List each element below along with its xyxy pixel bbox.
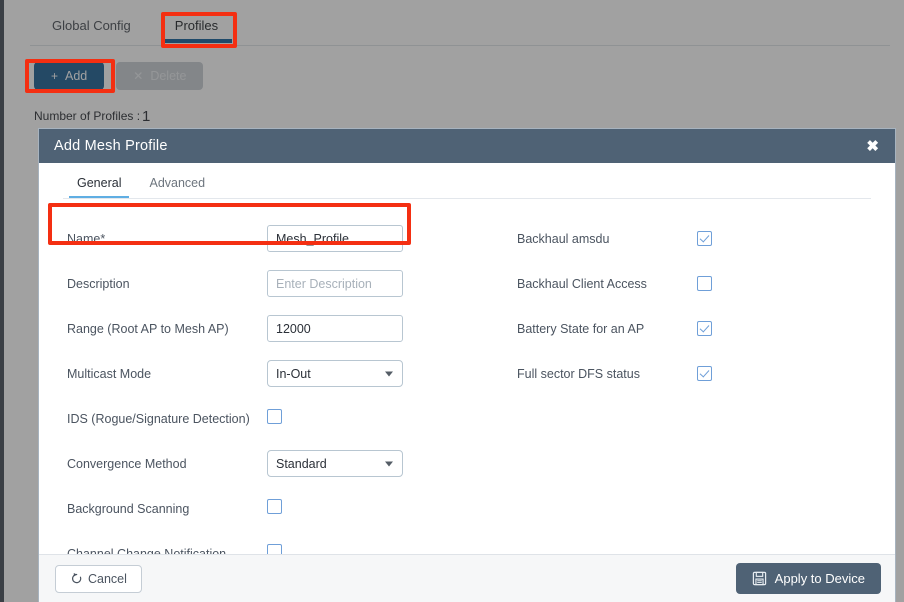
dialog-body: Name* Description Range (Root AP to Mesh… (39, 199, 895, 554)
range-input[interactable] (267, 315, 403, 342)
channel-change-notification-checkbox[interactable] (267, 543, 282, 554)
label-backhaul-amsdu: Backhaul amsdu (517, 231, 610, 246)
description-input[interactable] (267, 270, 403, 297)
general-left-column: Name* Description Range (Root AP to Mesh… (39, 221, 479, 554)
field-row-ids: IDS (Rogue/Signature Detection) (67, 401, 479, 436)
field-row-backhaul-amsdu: Backhaul amsdu (517, 221, 895, 256)
field-row-background-scanning: Background Scanning (67, 491, 479, 526)
multicast-mode-select[interactable]: In-Out (267, 360, 403, 387)
field-row-range: Range (Root AP to Mesh AP) (67, 311, 479, 346)
tab-general-label: General (77, 176, 122, 190)
label-full-sector-dfs-status: Full sector DFS status (517, 366, 640, 381)
close-icon[interactable]: ✖ (864, 136, 881, 157)
convergence-method-select[interactable]: Standard (267, 450, 403, 477)
backhaul-amsdu-checkbox[interactable] (697, 231, 712, 246)
tab-advanced[interactable]: Advanced (135, 176, 219, 199)
field-row-name: Name* (67, 221, 479, 256)
convergence-method-value: Standard (276, 456, 327, 471)
dialog-titlebar: Add Mesh Profile ✖ (39, 129, 895, 163)
label-convergence-method: Convergence Method (67, 456, 187, 471)
field-row-description: Description (67, 266, 479, 301)
multicast-mode-value: In-Out (276, 366, 311, 381)
label-name: Name* (67, 231, 106, 246)
label-battery-state-for-an-ap: Battery State for an AP (517, 321, 645, 336)
undo-icon (71, 572, 82, 584)
field-row-battery-state-for-an-ap: Battery State for an AP (517, 311, 895, 346)
field-row-backhaul-client-access: Backhaul Client Access (517, 266, 895, 301)
battery-state-for-an-ap-checkbox[interactable] (697, 321, 712, 336)
field-row-convergence-method: Convergence Method Standard (67, 446, 479, 481)
dialog-title: Add Mesh Profile (54, 138, 168, 154)
field-row-channel-change-notification: Channel Change Notification (67, 536, 479, 554)
tab-general[interactable]: General (63, 176, 135, 199)
cancel-button[interactable]: Cancel (55, 564, 142, 593)
apply-to-device-button[interactable]: Apply to Device (735, 563, 881, 594)
field-row-full-sector-dfs-status: Full sector DFS status (517, 356, 895, 391)
apply-to-device-label: Apply to Device (774, 571, 865, 586)
field-row-multicast-mode: Multicast Mode In-Out (67, 356, 479, 391)
tab-advanced-label: Advanced (149, 176, 206, 190)
label-ids: IDS (Rogue/Signature Detection) (67, 411, 250, 426)
add-mesh-profile-dialog: Add Mesh Profile ✖ General Advanced Name… (38, 128, 896, 602)
cancel-button-label: Cancel (88, 571, 127, 586)
chevron-down-icon (385, 461, 393, 466)
label-range: Range (Root AP to Mesh AP) (67, 321, 229, 336)
background-scanning-checkbox[interactable] (267, 498, 282, 514)
label-description: Description (67, 276, 130, 291)
label-background-scanning: Background Scanning (67, 501, 190, 516)
name-input[interactable] (267, 225, 403, 252)
general-right-column: Backhaul amsdu Backhaul Client Access Ba… (479, 221, 895, 554)
dialog-tabbar: General Advanced (39, 163, 895, 199)
chevron-down-icon (385, 371, 393, 376)
label-multicast-mode: Multicast Mode (67, 366, 152, 381)
save-icon (752, 571, 766, 586)
full-sector-dfs-status-checkbox[interactable] (697, 366, 712, 381)
label-channel-change-notification: Channel Change Notification (67, 546, 227, 555)
ids-checkbox[interactable] (267, 408, 282, 424)
backhaul-client-access-checkbox[interactable] (697, 276, 712, 291)
label-backhaul-client-access: Backhaul Client Access (517, 276, 647, 291)
dialog-footer: Cancel Apply to Device (39, 554, 895, 602)
